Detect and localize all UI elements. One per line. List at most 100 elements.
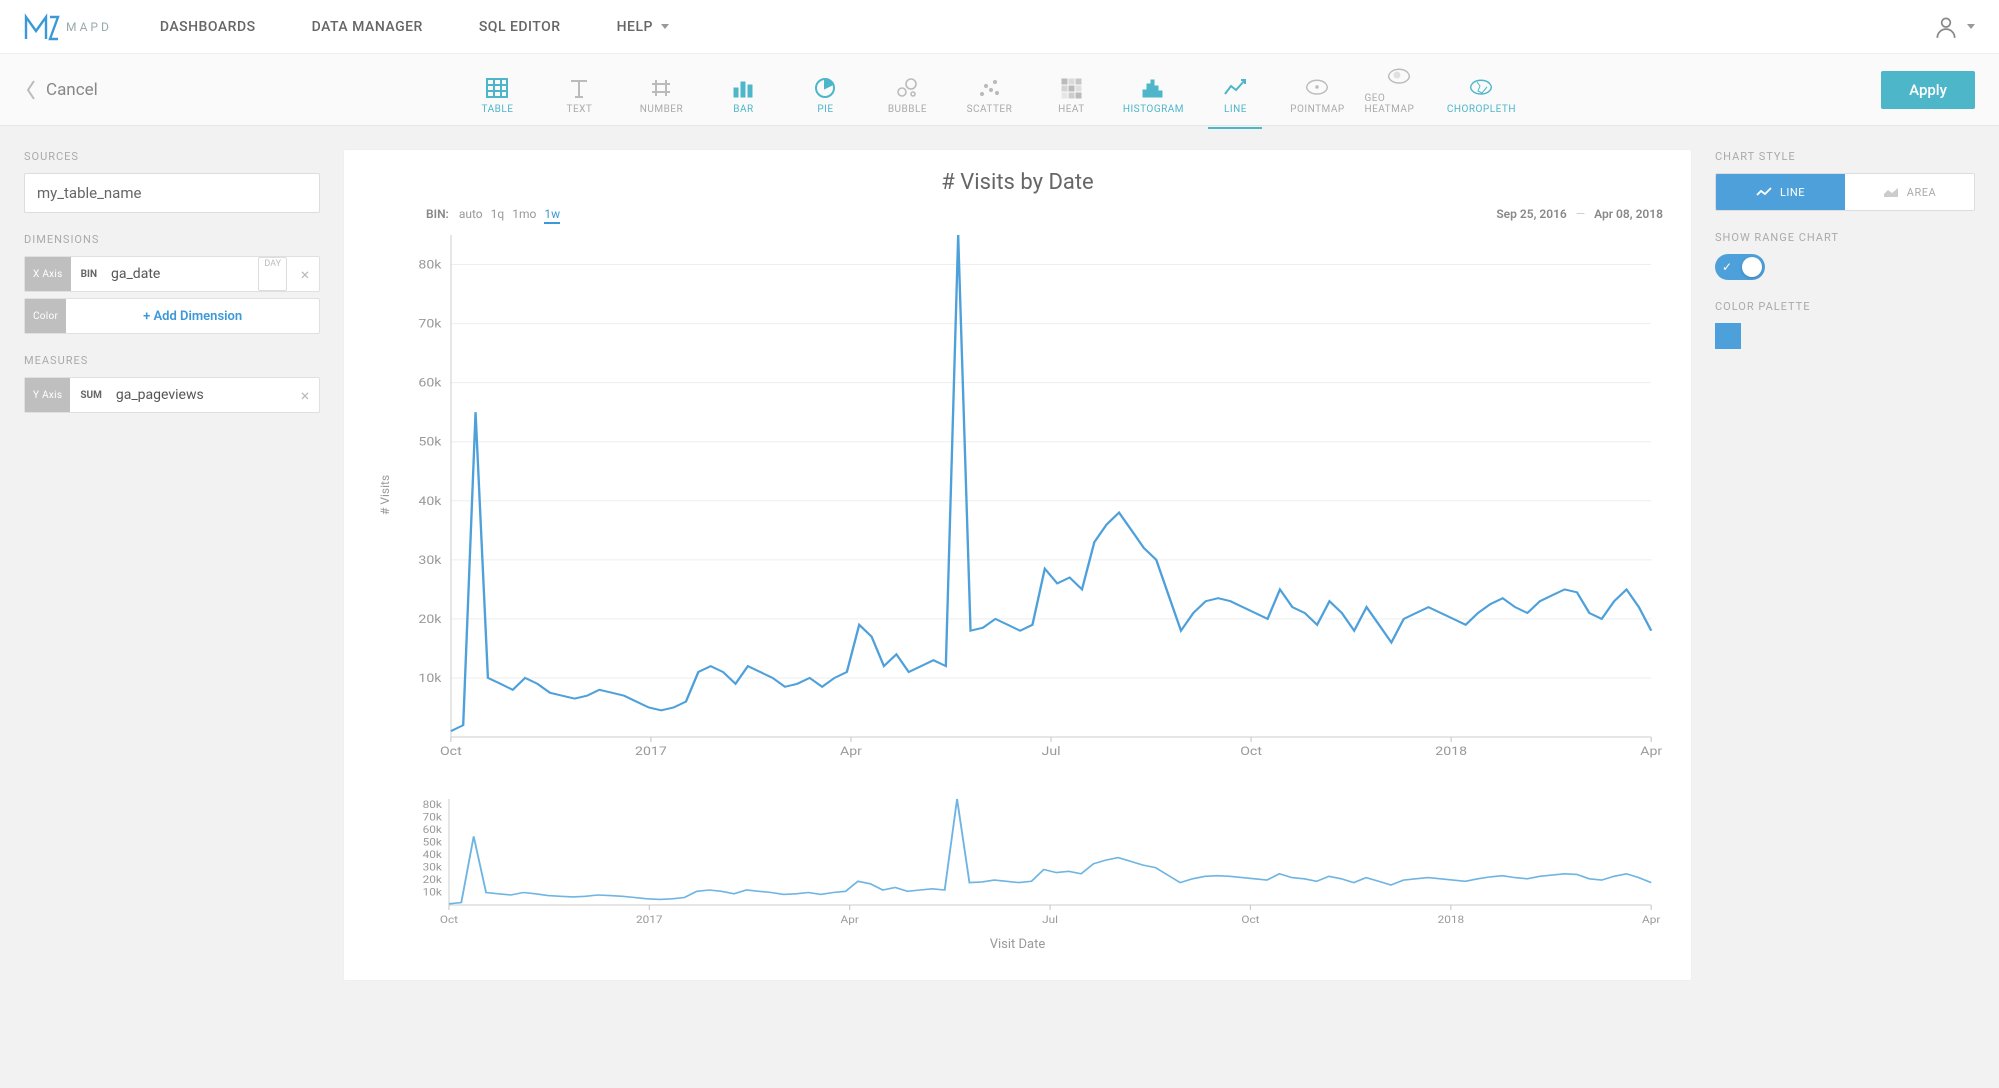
nav-dashboards[interactable]: DASHBOARDS: [160, 19, 256, 35]
svg-text:Apr: Apr: [1642, 914, 1661, 926]
date-to: Apr 08, 2018: [1594, 207, 1663, 221]
svg-text:40k: 40k: [423, 849, 443, 861]
chart-type-pie[interactable]: PIE: [790, 61, 860, 119]
check-icon: ✓: [1722, 260, 1732, 274]
chart-type-bubble[interactable]: BUBBLE: [872, 61, 942, 119]
svg-text:Oct: Oct: [1240, 745, 1262, 759]
bin-opt-1mo[interactable]: 1mo: [512, 207, 536, 221]
svg-text:2018: 2018: [1438, 914, 1464, 926]
chart-type-bar[interactable]: BAR: [708, 61, 778, 119]
remove-dimension-icon[interactable]: ×: [291, 257, 319, 291]
chart-type-scatter[interactable]: SCATTER: [954, 61, 1024, 119]
add-dimension-button[interactable]: + Add Dimension: [66, 299, 319, 333]
remove-measure-icon[interactable]: ×: [291, 378, 319, 412]
svg-text:20k: 20k: [418, 613, 441, 627]
svg-text:10k: 10k: [418, 672, 441, 686]
range-chart-label: SHOW RANGE CHART: [1715, 231, 1975, 244]
svg-text:Oct: Oct: [1241, 914, 1260, 926]
chart-type-line[interactable]: LINE: [1200, 61, 1270, 119]
left-panel: SOURCES DIMENSIONS X Axis BIN ga_date DA…: [24, 150, 320, 980]
caret-down-icon: [661, 24, 669, 29]
chart-type-text[interactable]: TEXT: [544, 61, 614, 119]
style-line-button[interactable]: LINE: [1716, 174, 1845, 210]
chart-type-number[interactable]: NUMBER: [626, 61, 696, 119]
color-swatch[interactable]: [1715, 323, 1741, 349]
bin-opt-auto[interactable]: auto: [459, 207, 483, 221]
chart-top-controls: BIN: auto 1q 1mo 1w Sep 25, 2016 — Apr 08, …: [426, 207, 1663, 221]
svg-text:20k: 20k: [423, 874, 443, 886]
chart-type-selector: TABLETEXTNUMBERBARPIEBUBBLESCATTERHEATHI…: [462, 61, 1516, 119]
measure-field: ga_pageviews: [110, 378, 291, 412]
dimensions-label: DIMENSIONS: [24, 233, 320, 246]
style-area-button[interactable]: AREA: [1845, 174, 1974, 210]
caret-down-icon: [1967, 24, 1975, 29]
svg-text:10k: 10k: [423, 886, 443, 898]
dimension-badge: DAY: [258, 257, 287, 291]
svg-text:Jul: Jul: [1042, 745, 1061, 759]
toggle-knob: [1742, 257, 1762, 277]
nav-sql-editor[interactable]: SQL EDITOR: [479, 19, 561, 35]
chart-type-table[interactable]: TABLE: [462, 61, 532, 119]
chart-type-choropleth[interactable]: CHOROPLETH: [1446, 61, 1516, 119]
main-chart[interactable]: 10k20k30k40k50k60k70k80kOct2017AprJulOct…: [392, 225, 1663, 765]
bin-opt-1w[interactable]: 1w: [544, 207, 560, 224]
svg-text:70k: 70k: [423, 812, 443, 824]
dimension-field: ga_date: [105, 257, 254, 291]
palette-label: COLOR PALETTE: [1715, 300, 1975, 313]
range-chart[interactable]: 10k20k30k40k50k60k70k80k Oct 2017 Apr Jul Oct…: [390, 789, 1663, 929]
yaxis-tag: Y Axis: [25, 378, 70, 412]
x-axis-label: Visit Date: [372, 937, 1663, 952]
svg-text:80k: 80k: [418, 258, 441, 272]
dimension-xaxis-row[interactable]: X Axis BIN ga_date DAY ×: [24, 256, 320, 292]
logo-text: MAPD: [66, 20, 112, 34]
svg-text:2017: 2017: [635, 745, 667, 759]
color-tag: Color: [25, 299, 66, 333]
cancel-label: Cancel: [46, 80, 98, 100]
main-content: SOURCES DIMENSIONS X Axis BIN ga_date DA…: [0, 126, 1999, 1004]
svg-text:50k: 50k: [423, 836, 443, 848]
chart-type-geo-heatmap[interactable]: GEO HEATMAP: [1364, 61, 1434, 119]
xaxis-tag: X Axis: [25, 257, 71, 291]
svg-text:Apr: Apr: [841, 914, 860, 926]
svg-text:80k: 80k: [423, 799, 443, 811]
chart-type-pointmap[interactable]: POINTMAP: [1282, 61, 1352, 119]
measures-label: MEASURES: [24, 354, 320, 367]
sub-bar: Cancel TABLETEXTNUMBERBARPIEBUBBLESCATTE…: [0, 54, 1999, 126]
chart-type-heat[interactable]: HEAT: [1036, 61, 1106, 119]
date-range: Sep 25, 2016 — Apr 08, 2018: [1496, 207, 1663, 221]
top-nav: MAPD DASHBOARDS DATA MANAGER SQL EDITOR …: [0, 0, 1999, 54]
cancel-button[interactable]: Cancel: [24, 78, 98, 102]
nav-help[interactable]: HELP: [617, 19, 669, 35]
svg-text:Jul: Jul: [1042, 914, 1058, 926]
svg-text:30k: 30k: [423, 861, 443, 873]
logo[interactable]: MAPD: [24, 13, 112, 41]
nav-help-label: HELP: [617, 19, 653, 35]
nav-data-manager[interactable]: DATA MANAGER: [312, 19, 423, 35]
style-line-label: LINE: [1780, 186, 1805, 199]
range-chart-toggle[interactable]: ✓: [1715, 254, 1765, 280]
dimension-color-row[interactable]: Color + Add Dimension: [24, 298, 320, 334]
svg-text:Oct: Oct: [440, 914, 459, 926]
svg-text:30k: 30k: [418, 554, 441, 568]
apply-button[interactable]: Apply: [1881, 71, 1975, 109]
sources-label: SOURCES: [24, 150, 320, 163]
svg-text:Oct: Oct: [440, 745, 462, 759]
svg-text:Apr: Apr: [840, 745, 863, 759]
chart-style-toggle: LINE AREA: [1715, 173, 1975, 211]
style-area-label: AREA: [1907, 186, 1936, 199]
right-panel: CHART STYLE LINE AREA SHOW RANGE CHART ✓…: [1715, 150, 1975, 980]
svg-text:Apr: Apr: [1640, 745, 1663, 759]
measure-yaxis-row[interactable]: Y Axis SUM ga_pageviews ×: [24, 377, 320, 413]
y-axis-label: # Visits: [372, 225, 392, 765]
svg-text:2017: 2017: [636, 914, 662, 926]
source-input[interactable]: [24, 173, 320, 213]
bin-control-label: BIN:: [426, 207, 449, 221]
svg-text:60k: 60k: [423, 824, 443, 836]
user-menu[interactable]: [1933, 14, 1975, 40]
bin-opt-1q[interactable]: 1q: [491, 207, 505, 221]
svg-text:2018: 2018: [1435, 745, 1467, 759]
svg-text:50k: 50k: [418, 436, 441, 450]
svg-text:70k: 70k: [418, 318, 441, 332]
chart-type-histogram[interactable]: HISTOGRAM: [1118, 61, 1188, 119]
bin-options: BIN: auto 1q 1mo 1w: [426, 207, 568, 221]
